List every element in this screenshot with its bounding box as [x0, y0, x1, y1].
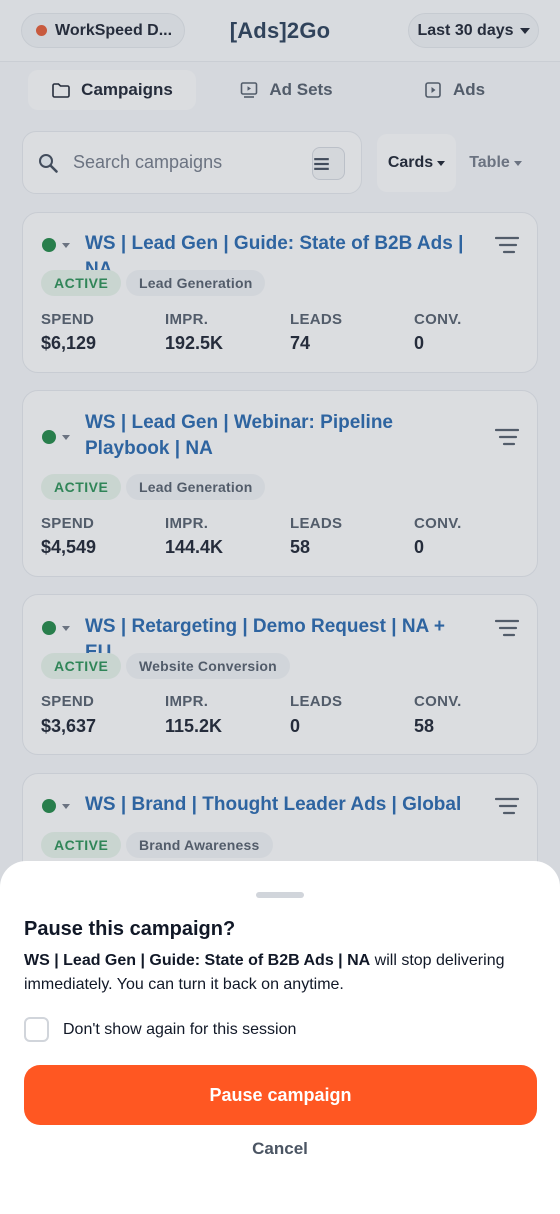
sheet-title: Pause this campaign? [24, 918, 236, 940]
cancel-button[interactable]: Cancel [0, 1139, 560, 1159]
sheet-drag-handle[interactable] [256, 892, 304, 898]
dont-show-again-checkbox[interactable] [24, 1017, 49, 1042]
sheet-campaign-name: WS | Lead Gen | Guide: State of B2B Ads … [24, 952, 371, 969]
dont-show-again-row[interactable]: Don't show again for this session [24, 1017, 296, 1042]
pause-campaign-button[interactable]: Pause campaign [24, 1065, 537, 1125]
pause-confirm-sheet: Pause this campaign? WS | Lead Gen | Gui… [0, 861, 560, 1214]
sheet-message: WS | Lead Gen | Guide: State of B2B Ads … [24, 949, 536, 997]
dont-show-again-label: Don't show again for this session [63, 1020, 297, 1038]
